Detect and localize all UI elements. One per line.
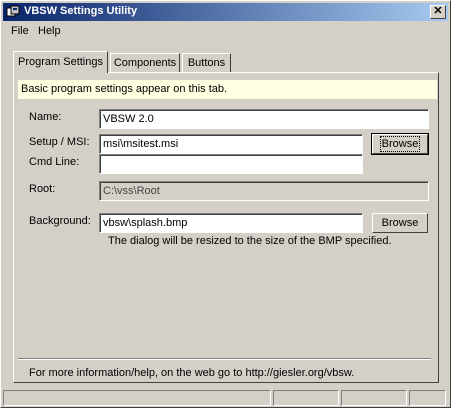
- info-banner: Basic program settings appear on this ta…: [18, 80, 437, 99]
- background-note: The dialog will be resized to the size o…: [108, 235, 392, 247]
- background-label: Background:: [29, 215, 91, 227]
- footer-help-text: For more information/help, on the web go…: [29, 367, 355, 379]
- status-panel-main: [3, 390, 271, 406]
- close-icon: ✕: [433, 5, 443, 17]
- menu-bar: File Help: [3, 22, 448, 41]
- status-panel-2: [273, 390, 339, 406]
- name-field[interactable]: VBSW 2.0: [99, 109, 429, 129]
- setup-field[interactable]: msi\msitest.msi: [99, 134, 363, 154]
- status-panel-4: [409, 390, 446, 406]
- name-label: Name:: [29, 111, 62, 123]
- cmdline-field[interactable]: [99, 154, 363, 174]
- status-bar: [3, 389, 448, 407]
- background-field[interactable]: vbsw\splash.bmp: [99, 213, 363, 233]
- background-browse-label: Browse: [381, 217, 419, 229]
- close-button[interactable]: ✕: [430, 5, 446, 19]
- root-field: C:\vss\Root: [99, 181, 429, 201]
- footer-divider-highlight: [18, 359, 431, 360]
- tab-program-settings[interactable]: Program Settings: [13, 51, 108, 73]
- background-browse-button[interactable]: Browse: [372, 213, 428, 233]
- menu-file[interactable]: File: [11, 25, 29, 37]
- title-bar[interactable]: VBSW Settings Utility ✕: [3, 3, 448, 21]
- root-label: Root:: [29, 183, 56, 195]
- cmdline-label: Cmd Line:: [29, 156, 80, 168]
- menu-help[interactable]: Help: [38, 25, 61, 37]
- window-title: VBSW Settings Utility: [24, 5, 138, 17]
- setup-browse-button[interactable]: Browse: [371, 133, 429, 155]
- tab-buttons[interactable]: Buttons: [182, 53, 231, 72]
- setup-label: Setup / MSI:: [29, 136, 90, 148]
- app-icon: [6, 5, 20, 19]
- setup-browse-label: Browse: [379, 136, 421, 152]
- app-window: VBSW Settings Utility ✕ File Help Progra…: [0, 0, 451, 408]
- status-panel-3: [341, 390, 407, 406]
- tab-components[interactable]: Components: [110, 53, 180, 72]
